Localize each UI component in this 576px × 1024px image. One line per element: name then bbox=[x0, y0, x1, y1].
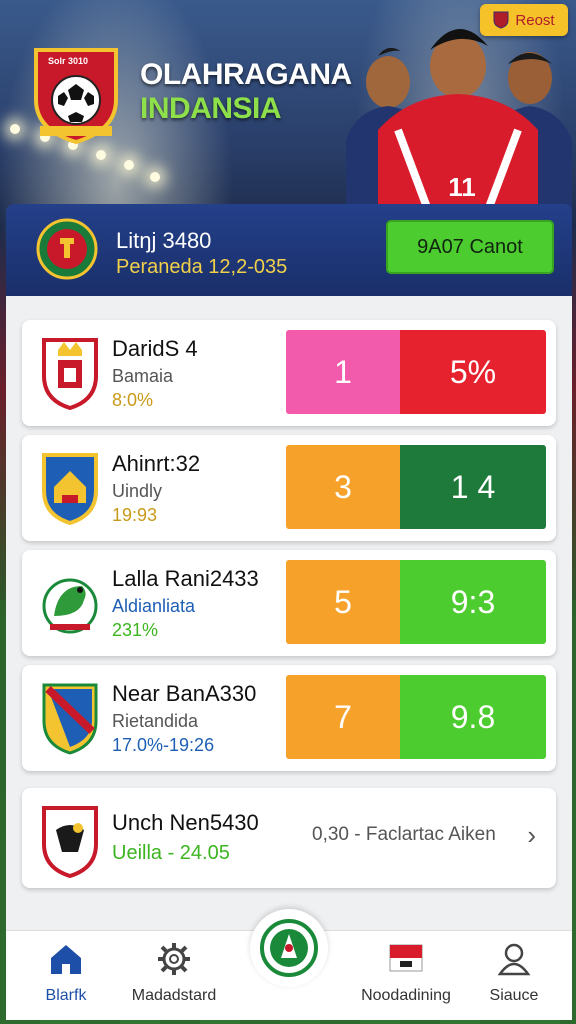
team-stat: 8:0% bbox=[112, 390, 154, 410]
chevron-right-icon[interactable]: › bbox=[527, 820, 536, 851]
brand-subtitle: INDANSIA bbox=[140, 92, 282, 125]
crest-text: Solr 3010 bbox=[48, 56, 89, 66]
team-logo-icon bbox=[42, 683, 98, 755]
match-card[interactable]: Lalla Rani2433 Aldianliata 231% 5 9:3 bbox=[22, 550, 556, 656]
nav-label-home: Blarfk bbox=[45, 987, 87, 1004]
team-logo-icon bbox=[42, 338, 98, 410]
players-illustration: 11 bbox=[346, 28, 572, 210]
team-logo-icon bbox=[42, 453, 98, 525]
bottom-nav: Blarfk Madadstard Noodadining Siauce bbox=[6, 909, 574, 1020]
team-logo-icon bbox=[42, 806, 98, 878]
score-bar: 7 9.8 bbox=[286, 675, 546, 759]
nav-item-profile[interactable]: Siauce bbox=[454, 941, 574, 1013]
nav-label-settings: Madadstard bbox=[131, 987, 217, 1004]
nav-item-settings[interactable]: Madadstard bbox=[114, 941, 234, 1013]
info-action-button[interactable]: 9A07 Canot bbox=[386, 220, 554, 274]
nav-center-emblem[interactable] bbox=[250, 909, 328, 987]
reset-label: Reost bbox=[515, 11, 555, 29]
match-card[interactable]: Near BanA330 Rietandida 17.0%-19:26 7 9.8 bbox=[22, 665, 556, 771]
team-subtext: Uindly bbox=[112, 481, 163, 501]
score-right: 9.8 bbox=[400, 675, 546, 759]
score-bar: 5 9:3 bbox=[286, 560, 546, 644]
info-banner: Litŋj 3480 Peraneda 12,2-035 9A07 Canot bbox=[6, 204, 572, 296]
info-title: Litŋj 3480 bbox=[116, 228, 212, 253]
team-name: Ahinrt:32 bbox=[112, 451, 201, 476]
nav-item-standings[interactable]: Noodadining bbox=[346, 941, 466, 1013]
flag-icon bbox=[389, 944, 423, 972]
match-card-last[interactable]: Unch Nen5430 Ueilla - 24.05 0,30 - Facla… bbox=[22, 788, 556, 888]
team-name: DaridS 4 bbox=[112, 336, 198, 361]
match-details-text: 0,30 - Faclartac Aiken bbox=[312, 824, 496, 845]
score-bar: 1 5% bbox=[286, 330, 546, 414]
score-left: 7 bbox=[286, 675, 400, 759]
team-subtext: Ueilla - 24.05 bbox=[112, 842, 230, 864]
score-right: 1 4 bbox=[400, 445, 546, 529]
home-icon bbox=[51, 945, 81, 974]
nav-label-standings: Noodadining bbox=[361, 987, 451, 1004]
league-emblem-icon bbox=[260, 919, 318, 977]
nav-label-profile: Siauce bbox=[489, 987, 539, 1004]
team-stat: 17.0%-19:26 bbox=[112, 735, 215, 755]
team-stat: 231% bbox=[112, 620, 159, 640]
score-left: 5 bbox=[286, 560, 400, 644]
reset-button[interactable]: Reost bbox=[480, 4, 568, 36]
league-badge-icon bbox=[36, 218, 98, 280]
score-left: 1 bbox=[286, 330, 400, 414]
svg-text:11: 11 bbox=[448, 172, 476, 202]
score-bar: 31 4 bbox=[286, 445, 546, 529]
team-logo-icon bbox=[42, 578, 98, 634]
brand-title: OLAHRAGANA bbox=[140, 58, 352, 91]
team-subtext: Rietandida bbox=[112, 711, 199, 731]
shield-icon bbox=[493, 11, 509, 29]
score-left: 3 bbox=[286, 445, 400, 529]
app-header: Solr 3010 OLAHRAGANA INDANSIA 11 Reost bbox=[0, 0, 576, 210]
info-subtitle: Peraneda 12,2-035 bbox=[116, 256, 288, 278]
user-icon bbox=[497, 943, 531, 976]
match-card[interactable]: DaridS 4 Bamaia 8:0% 1 5% bbox=[22, 320, 556, 426]
score-right: 5% bbox=[400, 330, 546, 414]
nav-item-home[interactable]: Blarfk bbox=[6, 941, 126, 1013]
team-subtext: Aldianliata bbox=[112, 596, 196, 616]
team-name: Lalla Rani2433 bbox=[112, 566, 259, 591]
team-stat: 19:93 bbox=[112, 505, 158, 525]
team-name: Near BanA330 bbox=[112, 681, 257, 706]
team-name: Unch Nen5430 bbox=[112, 810, 259, 835]
matches-panel: DaridS 4 Bamaia 8:0% 1 5% Ahinrt:32 Uindly 19:9… bbox=[6, 296, 572, 936]
match-card[interactable]: Ahinrt:32 Uindly 19:93 3 1 4 bbox=[22, 435, 556, 541]
score-right: 9:3 bbox=[400, 560, 546, 644]
gear-icon bbox=[158, 943, 190, 975]
team-subtext: Bamaia bbox=[112, 366, 174, 386]
